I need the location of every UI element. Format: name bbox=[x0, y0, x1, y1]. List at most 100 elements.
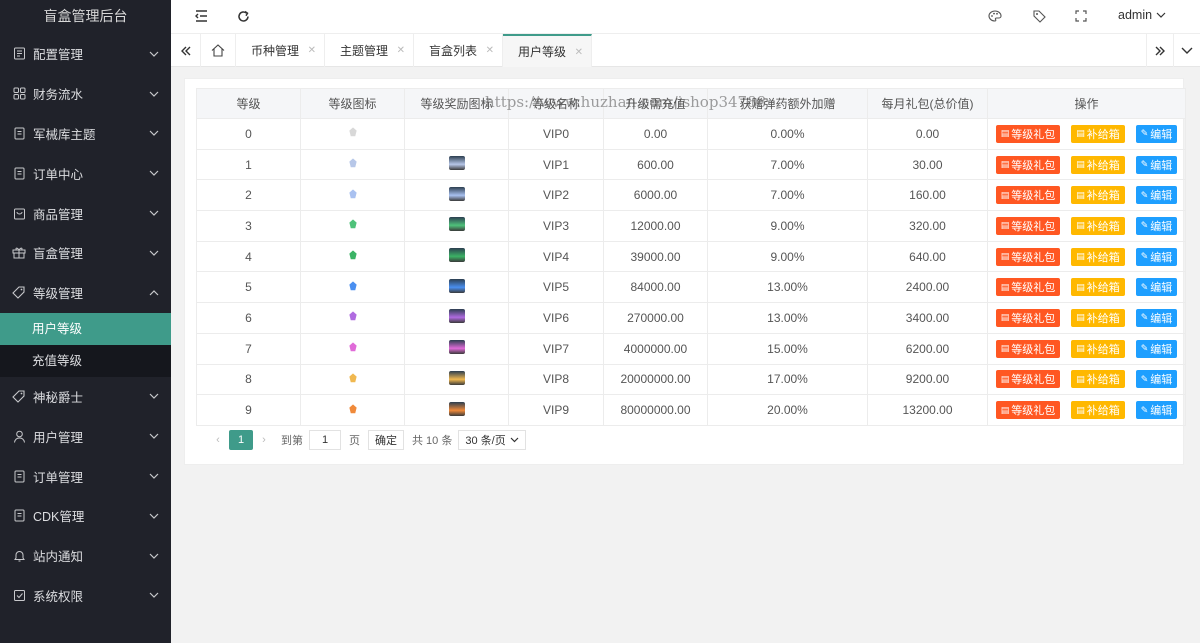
theme-palette-icon[interactable] bbox=[987, 8, 1003, 24]
page-size-select[interactable]: 30 条/页 bbox=[458, 430, 526, 450]
prev-page-icon[interactable]: ‹ bbox=[211, 434, 225, 446]
close-icon[interactable]: ✕ bbox=[397, 45, 405, 56]
sidebar-item-label: 系统权限 bbox=[33, 589, 84, 604]
actions-cell: ▤ 等级礼包 ▤ 补给箱 ✎ 编辑 bbox=[987, 210, 1186, 242]
refresh-icon[interactable] bbox=[235, 8, 251, 24]
supply-box-button[interactable]: ▤ 补给箱 bbox=[1071, 186, 1125, 205]
chevron-up-icon bbox=[149, 288, 159, 298]
monthly-gift-cell: 640.00 bbox=[867, 240, 988, 273]
level-gift-button[interactable]: ▤ 等级礼包 bbox=[995, 247, 1061, 266]
monthly-gift-cell: 13200.00 bbox=[867, 394, 988, 426]
current-page[interactable]: 1 bbox=[229, 430, 253, 450]
submenu-item[interactable]: 用户等级 bbox=[0, 312, 171, 345]
pencil-icon: ✎ bbox=[1140, 373, 1149, 384]
sidebar-item[interactable]: 系统权限 bbox=[0, 576, 171, 616]
close-icon[interactable]: ✕ bbox=[308, 45, 316, 56]
goto-page-input[interactable] bbox=[309, 430, 341, 450]
collapse-menu-icon[interactable] bbox=[193, 8, 209, 24]
monthly-gift-cell: 160.00 bbox=[867, 179, 988, 212]
sidebar-item[interactable]: 商品管理 bbox=[0, 193, 171, 233]
level-gift-button[interactable]: ▤ 等级礼包 bbox=[995, 155, 1061, 174]
supply-box-button[interactable]: ▤ 补给箱 bbox=[1071, 370, 1125, 389]
edit-button[interactable]: ✎ 编辑 bbox=[1135, 339, 1178, 358]
reward-icon-cell bbox=[404, 394, 509, 426]
tabs-scroll-right-icon[interactable] bbox=[1146, 34, 1173, 67]
doc-icon bbox=[12, 126, 26, 140]
level-gift-button[interactable]: ▤ 等级礼包 bbox=[995, 370, 1061, 389]
pencil-icon: ✎ bbox=[1140, 312, 1149, 323]
tabs-menu-dropdown-icon[interactable] bbox=[1173, 34, 1200, 67]
level-gift-button[interactable]: ▤ 等级礼包 bbox=[995, 278, 1061, 297]
level-reward-image bbox=[448, 248, 465, 263]
sidebar-item[interactable]: 盲盒管理 bbox=[0, 233, 171, 273]
supply-box-button[interactable]: ▤ 补给箱 bbox=[1071, 401, 1125, 420]
sidebar: 盲盒管理后台 配置管理 财务流水 军械库主题 订单中心 商品管理 盲盒管理 等级管理 用户等级… bbox=[0, 0, 171, 643]
goto-confirm-button[interactable]: 确定 bbox=[368, 430, 404, 450]
page-tab[interactable]: 主题管理 ✕ bbox=[325, 34, 414, 67]
sidebar-item[interactable]: 用户管理 bbox=[0, 416, 171, 456]
page-tab-label: 盲盒列表 bbox=[429, 44, 478, 58]
edit-button[interactable]: ✎ 编辑 bbox=[1135, 124, 1178, 143]
button-label: 补给箱 bbox=[1086, 251, 1120, 264]
edit-button[interactable]: ✎ 编辑 bbox=[1135, 155, 1178, 174]
tag-icon[interactable] bbox=[1031, 8, 1047, 24]
supply-box-button[interactable]: ▤ 补给箱 bbox=[1071, 339, 1125, 358]
pencil-icon: ✎ bbox=[1140, 251, 1149, 262]
level-gift-button[interactable]: ▤ 等级礼包 bbox=[995, 216, 1061, 235]
sidebar-item[interactable]: 站内通知 bbox=[0, 536, 171, 576]
edit-button[interactable]: ✎ 编辑 bbox=[1135, 278, 1178, 297]
page-tab[interactable]: 币种管理 ✕ bbox=[236, 34, 325, 67]
supply-box-button[interactable]: ▤ 补给箱 bbox=[1071, 278, 1125, 297]
fullscreen-icon[interactable] bbox=[1073, 8, 1089, 24]
close-icon[interactable]: ✕ bbox=[486, 45, 494, 56]
button-label: 补给箱 bbox=[1086, 159, 1120, 172]
level-gift-button[interactable]: ▤ 等级礼包 bbox=[995, 401, 1061, 420]
level-gem-icon bbox=[347, 311, 359, 325]
page-tab[interactable]: 用户等级 ✕ bbox=[503, 34, 592, 67]
chevron-down-icon bbox=[149, 49, 159, 59]
level-gift-button[interactable]: ▤ 等级礼包 bbox=[995, 308, 1061, 327]
next-page-icon[interactable]: › bbox=[257, 434, 271, 446]
supply-box-button[interactable]: ▤ 补给箱 bbox=[1071, 155, 1125, 174]
sidebar-item[interactable]: 配置管理 bbox=[0, 34, 171, 74]
edit-button[interactable]: ✎ 编辑 bbox=[1135, 308, 1178, 327]
sidebar-item[interactable]: 财务流水 bbox=[0, 74, 171, 114]
sidebar-item[interactable]: 订单管理 bbox=[0, 456, 171, 496]
user-menu[interactable]: admin bbox=[1118, 8, 1166, 22]
sidebar-item[interactable]: 军械库主题 bbox=[0, 114, 171, 154]
tabs-bar: 币种管理 ✕ 主题管理 ✕ 盲盒列表 ✕ 用户等级 ✕ bbox=[171, 34, 1200, 67]
home-tab-icon[interactable] bbox=[201, 34, 236, 67]
close-icon[interactable]: ✕ bbox=[575, 47, 583, 58]
sidebar-item[interactable]: CDK管理 bbox=[0, 496, 171, 536]
sidebar-item[interactable]: 神秘爵士 bbox=[0, 377, 171, 417]
level-gift-button[interactable]: ▤ 等级礼包 bbox=[995, 124, 1061, 143]
tabs-scroll-left-icon[interactable] bbox=[171, 34, 201, 67]
sidebar-item[interactable]: 等级管理 bbox=[0, 273, 171, 313]
doc-icon bbox=[12, 166, 26, 180]
supply-box-button[interactable]: ▤ 补给箱 bbox=[1071, 308, 1125, 327]
actions-cell: ▤ 等级礼包 ▤ 补给箱 ✎ 编辑 bbox=[987, 363, 1186, 396]
edit-button[interactable]: ✎ 编辑 bbox=[1135, 186, 1178, 205]
chevron-down-icon bbox=[149, 208, 159, 218]
button-label: 补给箱 bbox=[1086, 312, 1120, 325]
monthly-gift-cell: 30.00 bbox=[867, 148, 988, 181]
level-name-cell: VIP3 bbox=[508, 210, 604, 242]
supply-box-button[interactable]: ▤ 补给箱 bbox=[1071, 247, 1125, 266]
supply-box-button[interactable]: ▤ 补给箱 bbox=[1071, 216, 1125, 235]
supply-box-button[interactable]: ▤ 补给箱 bbox=[1071, 124, 1125, 143]
sidebar-item[interactable]: 订单中心 bbox=[0, 153, 171, 193]
edit-button[interactable]: ✎ 编辑 bbox=[1135, 216, 1178, 235]
submenu-item[interactable]: 充值等级 bbox=[0, 345, 171, 377]
doc-icon: ▤ bbox=[1000, 220, 1010, 231]
recharge-cell: 270000.00 bbox=[603, 302, 708, 334]
button-label: 编辑 bbox=[1150, 312, 1173, 325]
level-gift-button[interactable]: ▤ 等级礼包 bbox=[995, 339, 1061, 358]
level-reward-image bbox=[448, 309, 465, 324]
level-icon-cell bbox=[300, 363, 405, 396]
edit-button[interactable]: ✎ 编辑 bbox=[1135, 370, 1178, 389]
page-tab[interactable]: 盲盒列表 ✕ bbox=[414, 34, 503, 67]
edit-button[interactable]: ✎ 编辑 bbox=[1135, 401, 1178, 420]
level-gift-button[interactable]: ▤ 等级礼包 bbox=[995, 186, 1061, 205]
sidebar-item-label: 商品管理 bbox=[33, 207, 84, 222]
edit-button[interactable]: ✎ 编辑 bbox=[1135, 247, 1178, 266]
